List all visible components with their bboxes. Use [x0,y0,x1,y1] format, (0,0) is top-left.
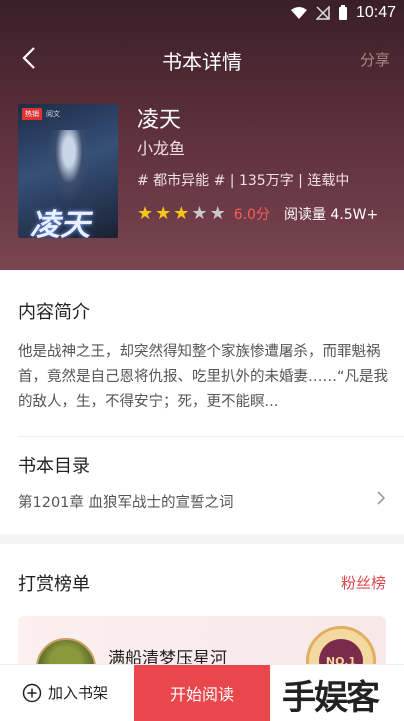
cover-tag: 热销 [22,108,42,120]
cover-title: 凌天 [30,208,90,238]
intro-heading: 内容简介 [18,302,90,323]
fans-rank-link[interactable]: 粉丝榜 [341,572,386,593]
rating-row: ★ ★ ★ ★ ★ 6.0分 阅读量 4.5W+ [137,204,378,224]
top-nav: 书本详情 分享 [0,36,404,80]
no-signal-icon [315,6,330,20]
watermark-logo: 手娱客 [282,678,380,718]
status-icons: 10:47 [290,4,396,22]
add-to-shelf-button[interactable]: 加入书架 [22,682,108,703]
cover-figure [48,130,90,202]
wifi-icon [290,7,307,19]
star-empty-icon: ★ [191,203,208,224]
star-filled-icon: ★ [173,203,190,224]
book-title: 凌天 [137,108,182,133]
star-filled-icon: ★ [155,203,172,224]
status-time: 10:47 [355,4,396,21]
divider [18,436,404,437]
plus-circle-icon [22,683,42,702]
share-button[interactable]: 分享 [360,49,390,70]
battery-icon [338,5,347,20]
rating-score: 6.0分 [233,207,270,223]
chevron-right-icon[interactable] [376,490,386,506]
rating-stars: ★ ★ ★ ★ ★ [137,205,226,223]
catalog-heading: 书本目录 [18,456,90,477]
book-author[interactable]: 小龙鱼 [137,135,185,159]
add-to-shelf-label: 加入书架 [48,684,109,702]
cover-publisher: 阅文 [46,110,60,118]
book-meta: # 都市异能 # | 135万字 | 连载中 [137,173,350,189]
book-header: 10:47 书本详情 分享 热销 阅文 凌天 凌天 小龙鱼 # 都市异能 # |… [0,0,404,270]
read-count: 阅读量 4.5W+ [283,207,379,223]
section-separator [0,534,404,544]
status-bar: 10:47 [0,0,404,28]
star-filled-icon: ★ [137,203,154,224]
latest-chapter[interactable]: 第1201章 血狼军战士的宣誓之词 [18,491,234,512]
intro-text[interactable]: 他是战神之王，却突然得知整个家族惨遭屠杀，而罪魁祸首，竟然是自己恩将仇报、吃里扒… [18,340,388,415]
star-empty-icon: ★ [209,203,226,224]
book-cover[interactable]: 热销 阅文 凌天 [18,104,118,238]
reward-heading: 打赏榜单 [18,574,90,595]
start-reading-button[interactable]: 开始阅读 [134,665,270,721]
page-title: 书本详情 [162,50,242,74]
